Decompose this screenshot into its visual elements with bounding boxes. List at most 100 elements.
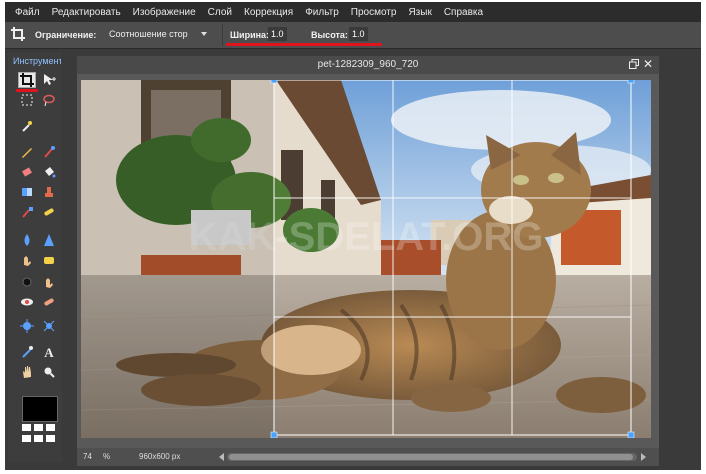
sharpen-icon [44,234,54,246]
dodge-icon [22,277,32,287]
red-eye-tool-button[interactable] [18,294,36,310]
lasso-tool-button[interactable] [40,92,58,108]
bloat-icon [20,319,34,333]
scrollbar-thumb[interactable] [229,454,633,460]
width-label: Ширина: [230,30,270,40]
constraint-value: Соотношение стор [109,29,188,39]
healing-icon [44,208,54,216]
highlight-underline [226,43,382,46]
smudge-tool-button[interactable] [18,252,36,268]
separator [222,24,223,46]
height-input[interactable]: 1.0 [349,27,368,41]
blur-tool-button[interactable] [18,232,36,248]
clone-stamp-icon [45,187,53,197]
paint-bucket-tool-button[interactable] [40,164,58,180]
brush-tool-button[interactable] [40,144,58,160]
blur-icon [24,234,30,246]
pinch-tool-button[interactable] [40,318,58,334]
constraint-select[interactable]: Соотношение стор [109,26,209,42]
crop-handle-top-left [270,80,278,84]
zoom-icon [44,367,55,378]
marquee-tool-button[interactable] [18,92,36,108]
chevron-down-icon [201,32,207,36]
lasso-icon [43,94,55,107]
restore-window-icon[interactable] [629,59,639,69]
magic-wand-icon [22,121,32,132]
photo-editor-app: Файл Редактировать Изображение Слой Корр… [5,2,701,470]
tools-panel: Инструменты A [8,52,62,462]
status-bar: 74 % 960x600 px [77,448,659,466]
spot-heal-tool-button[interactable] [40,294,58,310]
horizontal-scrollbar[interactable] [227,453,637,461]
sharpen-tool-button[interactable] [40,232,58,248]
tools-panel-title: Инструменты [13,56,61,66]
menu-language[interactable]: Язык [402,7,437,18]
crop-tool-button[interactable] [18,72,36,88]
menu-adjustments[interactable]: Коррекция [238,7,299,18]
menu-file[interactable]: Файл [5,7,46,18]
sponge-tool-button[interactable] [40,252,58,268]
menu-layer[interactable]: Слой [202,7,238,18]
pencil-tool-button[interactable] [18,144,36,160]
width-input[interactable]: 1.0 [268,27,287,41]
move-tool-button[interactable] [40,72,58,88]
svg-text:A: A [44,345,54,359]
hand-tool-button[interactable] [18,364,36,380]
bloat-tool-button[interactable] [18,318,36,334]
workspace-background [661,56,701,466]
options-bar: Ограничение: Соотношение стор Ширина: 1.… [5,22,701,49]
view-mode-grid[interactable] [22,424,58,448]
menu-bar: Файл Редактировать Изображение Слой Корр… [5,2,701,22]
crop-handle-top-right [627,80,635,84]
sponge-icon [44,257,54,264]
crop-handle-bottom-right [627,431,635,438]
brush-icon [44,146,55,158]
burn-icon [46,278,53,288]
gradient-tool-button[interactable] [18,184,36,200]
scroll-right-icon[interactable] [641,453,646,461]
red-eye-icon [21,298,33,306]
crop-handle-bottom-left [270,431,278,438]
magic-wand-tool-button[interactable] [18,118,36,134]
image-title: pet-1282309_960_720 [317,59,419,70]
color-replace-tool-button[interactable] [18,204,36,220]
eraser-icon [22,167,32,177]
eraser-tool-button[interactable] [18,164,36,180]
constraint-label: Ограничение: [35,30,97,40]
dodge-tool-button[interactable] [18,274,36,290]
close-icon[interactable]: ✕ [643,57,653,71]
crop-icon [20,73,34,87]
menu-help[interactable]: Справка [438,7,489,18]
clone-stamp-tool-button[interactable] [40,184,58,200]
burn-tool-button[interactable] [40,274,58,290]
image-window-titlebar: pet-1282309_960_720 ✕ [77,56,659,74]
color-picker-icon [22,346,33,358]
menu-edit[interactable]: Редактировать [46,7,127,18]
image-window: pet-1282309_960_720 ✕ KAK-SDELAT.ORG 74 … [77,56,659,466]
zoom-value[interactable]: 74 [83,452,92,461]
color-picker-tool-button[interactable] [18,344,36,360]
text-icon: A [44,345,54,359]
text-tool-button[interactable]: A [40,344,58,360]
crop-tool-icon [11,27,25,41]
menu-view[interactable]: Просмотр [345,7,403,18]
move-icon [44,74,56,85]
pinch-icon [43,320,55,332]
healing-tool-button[interactable] [40,204,58,220]
scroll-left-icon[interactable] [219,453,224,461]
gradient-icon [22,188,32,196]
menu-image[interactable]: Изображение [127,7,202,18]
color-replace-icon [22,207,33,218]
height-label: Высота: [311,30,348,40]
hand-icon [23,366,31,378]
image-dimensions: 960x600 px [139,452,181,461]
spot-heal-icon [44,298,54,306]
color-swatch[interactable] [22,396,58,422]
zoom-tool-button[interactable] [40,364,58,380]
image-canvas[interactable]: KAK-SDELAT.ORG [81,80,651,438]
zoom-unit: % [103,452,111,461]
menu-filter[interactable]: Фильтр [299,7,345,18]
marquee-icon [21,94,33,106]
smudge-icon [24,256,31,266]
pencil-icon [22,148,32,158]
